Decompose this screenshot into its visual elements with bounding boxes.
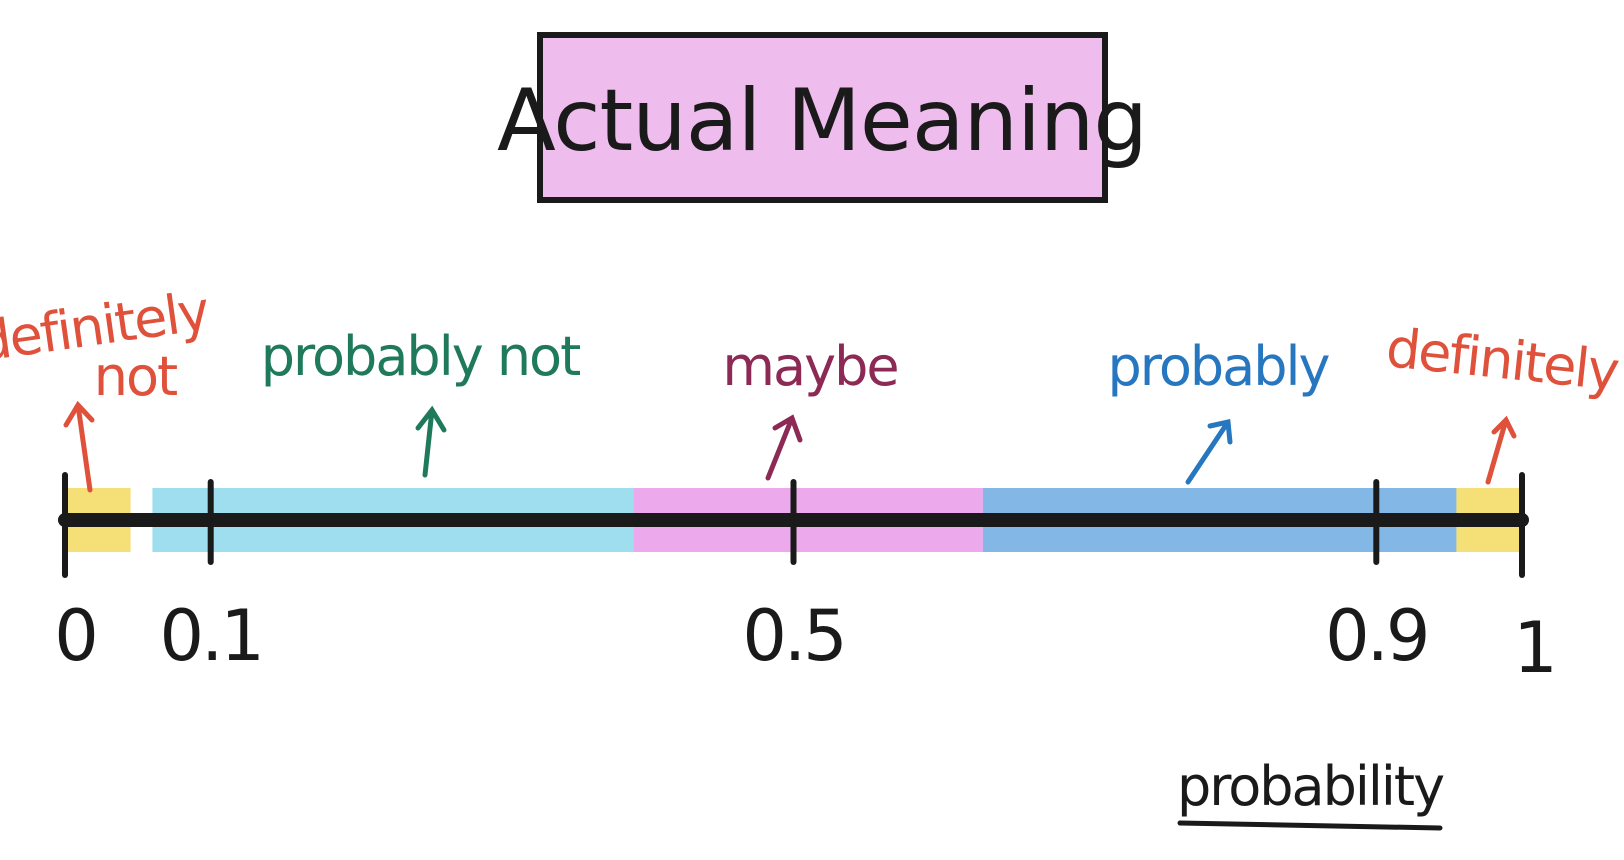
tick-label: 0.1	[160, 595, 262, 677]
axis-title-group: probability	[1177, 755, 1446, 831]
axis-title-underline	[1177, 820, 1443, 831]
probability-scale-diagram: Actual Meaning 0 0.1 0.5 0.9 1 definitely no…	[0, 32, 1622, 831]
label-definitely-not-line2: not	[94, 345, 177, 408]
label-definitely-text: definitely	[1383, 316, 1621, 403]
title-box: Actual Meaning	[497, 32, 1148, 203]
label-definitely: definitely	[1383, 316, 1622, 485]
arrow-up-icon	[1185, 418, 1233, 485]
label-probably: probably	[1108, 335, 1332, 485]
arrow-up-icon	[63, 400, 95, 493]
tick-label: 0	[54, 595, 96, 677]
label-probably-text: probably	[1108, 335, 1330, 398]
tick-label: 0.9	[1325, 595, 1427, 677]
region-labels: definitely not probably not maybe probab…	[0, 279, 1622, 493]
diagram-canvas: Actual Meaning 0 0.1 0.5 0.9 1 definitely no…	[0, 0, 1624, 860]
arrow-up-icon	[1485, 415, 1517, 485]
label-maybe: maybe	[722, 335, 900, 481]
tick-label: 0.5	[742, 595, 844, 677]
label-probably-not-text: probably not	[261, 325, 580, 388]
tick-label: 1	[1513, 607, 1555, 689]
arrow-up-icon	[415, 405, 447, 478]
label-definitely-not: definitely not	[0, 279, 213, 493]
arrow-up-icon	[765, 414, 803, 481]
axis-title: probability	[1177, 755, 1444, 818]
label-maybe-text: maybe	[722, 335, 897, 398]
diagram-title: Actual Meaning	[497, 71, 1147, 171]
tick-labels: 0 0.1 0.5 0.9 1	[54, 595, 1558, 689]
label-probably-not: probably not	[261, 325, 582, 478]
